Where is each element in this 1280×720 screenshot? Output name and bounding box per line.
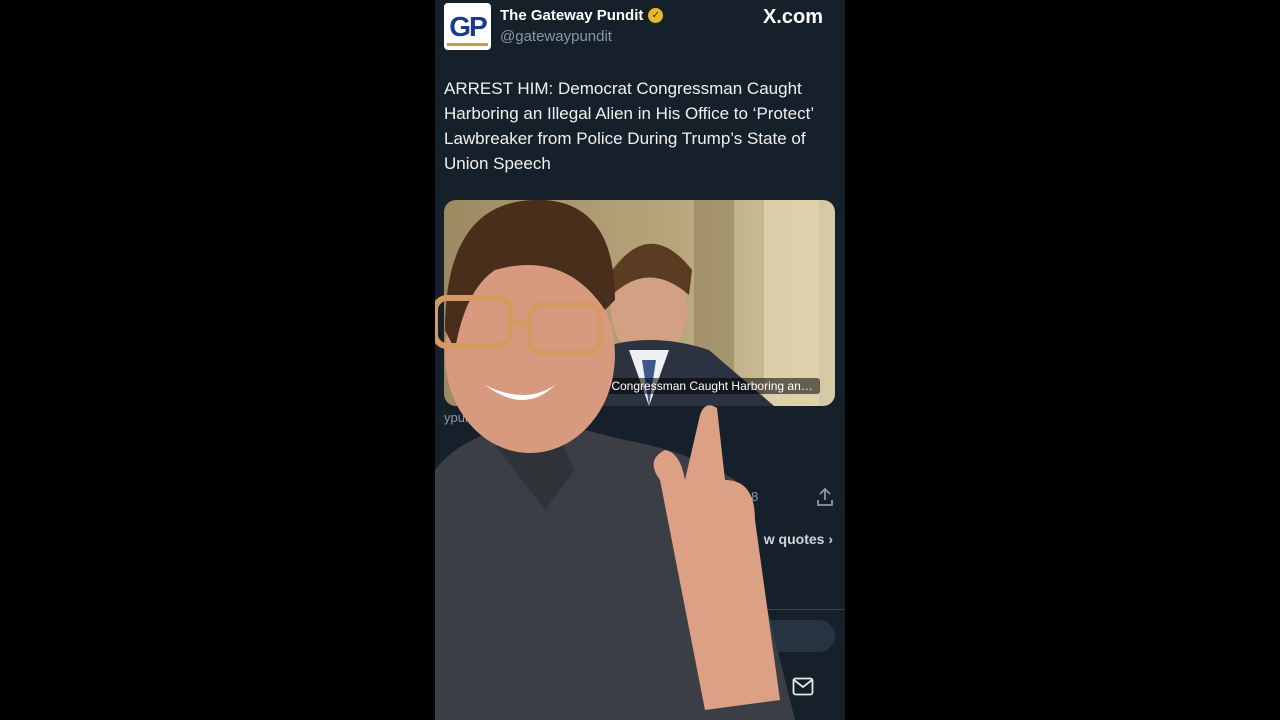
tweet-headline: ARREST HIM: Democrat Congressman Caught … [444,79,814,173]
account-name-row[interactable]: The Gateway Pundit ✓ [500,7,664,24]
account-name: The Gateway Pundit [500,7,644,24]
creator-overlay [435,199,795,720]
brand-watermark: X.com [762,6,823,28]
account-handle[interactable]: @gatewaypundit [500,28,612,45]
tweet-screen: GP The Gateway Pundit ✓ @gatewaypundit X… [435,0,845,720]
logo-underline [447,43,488,46]
logo-text: GP [449,10,487,42]
verified-badge-icon: ✓ [648,8,664,23]
account-avatar[interactable]: GP [444,3,491,50]
